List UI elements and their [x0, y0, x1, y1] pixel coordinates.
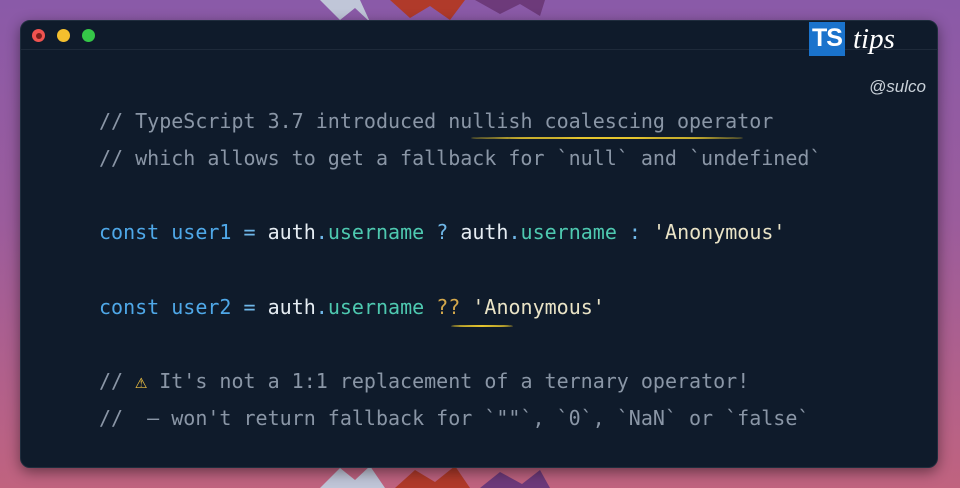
identifier: auth: [267, 295, 316, 319]
tips-title: tips: [853, 23, 895, 55]
titlebar-divider: [21, 49, 937, 50]
property: username: [327, 220, 425, 244]
code-comment-line-2: // which allows to get a fallback for `n…: [99, 146, 822, 170]
operator-assign: =: [243, 295, 256, 319]
author-handle: @sulco: [869, 77, 926, 96]
code-line-ternary: const user1 = auth.username ? auth.usern…: [99, 220, 785, 244]
ts-logo-text: TS: [812, 24, 843, 52]
warning-icon: ⚠: [135, 369, 148, 393]
dot: .: [315, 220, 328, 244]
operator-colon: :: [628, 220, 641, 244]
variable-name: user2: [171, 295, 232, 319]
code-line-nullish: const user2 = auth.username ?? 'Anonymou…: [99, 295, 605, 319]
comment-prefix: //: [99, 369, 124, 393]
ts-logo-badge: TS: [809, 22, 845, 56]
code-block: // TypeScript 3.7 introduced nullish coa…: [21, 21, 821, 430]
code-window: TS tips @sulco // TypeScript 3.7 introdu…: [20, 20, 938, 468]
property: username: [520, 220, 617, 244]
code-comment-line-1: // TypeScript 3.7 introduced nullish coa…: [99, 109, 773, 133]
dot: .: [315, 295, 328, 319]
comment-text: operator: [664, 109, 774, 133]
code-comment-last: // – won't return fallback for `""`, `0`…: [99, 406, 810, 430]
keyword-const: const: [99, 295, 160, 319]
highlight-underline: [471, 137, 743, 139]
string-literal: 'Anonymous': [653, 220, 786, 244]
operator-ternary: ?: [436, 220, 449, 244]
code-comment-warning: // ⚠ It's not a 1:1 replacement of a ter…: [99, 369, 749, 393]
property: username: [327, 295, 425, 319]
operator-assign: =: [243, 220, 256, 244]
operator-underline: [451, 325, 513, 327]
comment-text: // TypeScript 3.7 introduced: [99, 109, 449, 133]
keyword-const: const: [99, 220, 160, 244]
window-titlebar: [21, 21, 937, 49]
dot: .: [508, 220, 521, 244]
variable-name: user1: [171, 220, 232, 244]
comment-text: It's not a 1:1 replacement of a ternary …: [147, 369, 750, 393]
identifier: auth: [460, 220, 509, 244]
comment-highlight: nullish coalescing: [448, 109, 665, 133]
identifier: auth: [267, 220, 316, 244]
maximize-button[interactable]: [82, 29, 95, 42]
operator-nullish: ??: [436, 295, 461, 319]
string-literal: 'Anonymous': [472, 295, 605, 319]
